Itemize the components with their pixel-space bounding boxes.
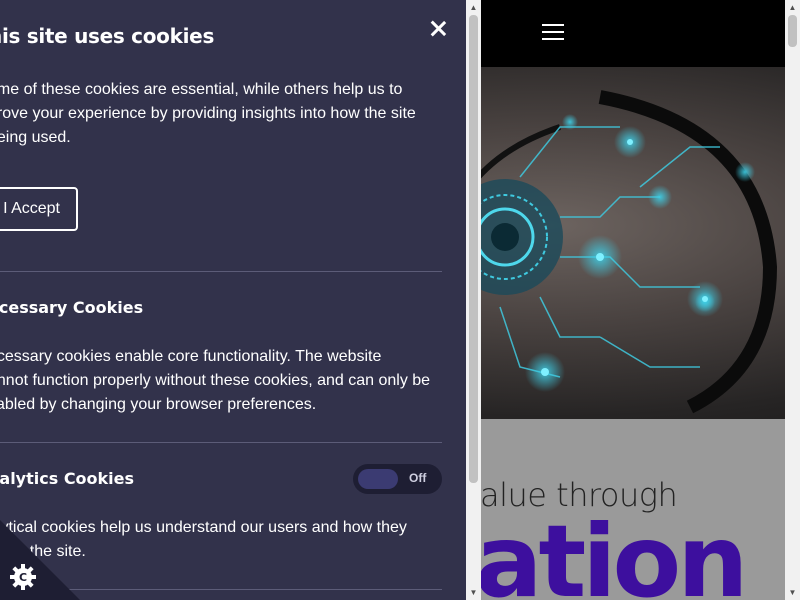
scroll-up-arrow-icon[interactable]: ▲ (785, 0, 800, 15)
cookie-settings-icon: C (10, 564, 36, 590)
scroll-up-arrow-icon[interactable]: ▲ (466, 0, 481, 15)
necessary-cookies-description: ecessary cookies enable core functionali… (0, 348, 431, 413)
analytics-cookies-toggle[interactable]: Off (353, 464, 442, 494)
cookie-settings-badge[interactable]: C (0, 520, 80, 600)
page-scrollbar[interactable]: ▲ ▼ (785, 0, 800, 600)
cookie-panel-scrollbar-thumb[interactable] (469, 15, 478, 483)
toggle-state-label: Off (409, 471, 427, 485)
page-scrollbar-thumb[interactable] (788, 15, 797, 47)
hero-headline: ation (475, 503, 748, 600)
cookie-panel-title: his site uses cookies (0, 24, 215, 48)
close-icon[interactable] (427, 17, 449, 39)
scroll-down-arrow-icon[interactable]: ▼ (466, 585, 481, 600)
toggle-knob (358, 469, 398, 489)
cookie-panel-scrollbar[interactable]: ▲ ▼ (466, 0, 481, 600)
cookie-consent-panel: his site uses cookies ome of these cooki… (0, 0, 466, 600)
accept-cookies-button[interactable]: I Accept (0, 187, 78, 231)
necessary-cookies-title: ecessary Cookies (0, 298, 144, 317)
hamburger-menu-icon[interactable] (541, 24, 565, 42)
scroll-down-arrow-icon[interactable]: ▼ (785, 585, 800, 600)
analytics-cookies-title: nalytics Cookies (0, 469, 135, 488)
svg-text:C: C (19, 571, 27, 584)
cookie-intro-text: ome of these cookies are essential, whil… (0, 81, 416, 146)
section-divider (0, 442, 442, 443)
section-divider (0, 271, 442, 272)
